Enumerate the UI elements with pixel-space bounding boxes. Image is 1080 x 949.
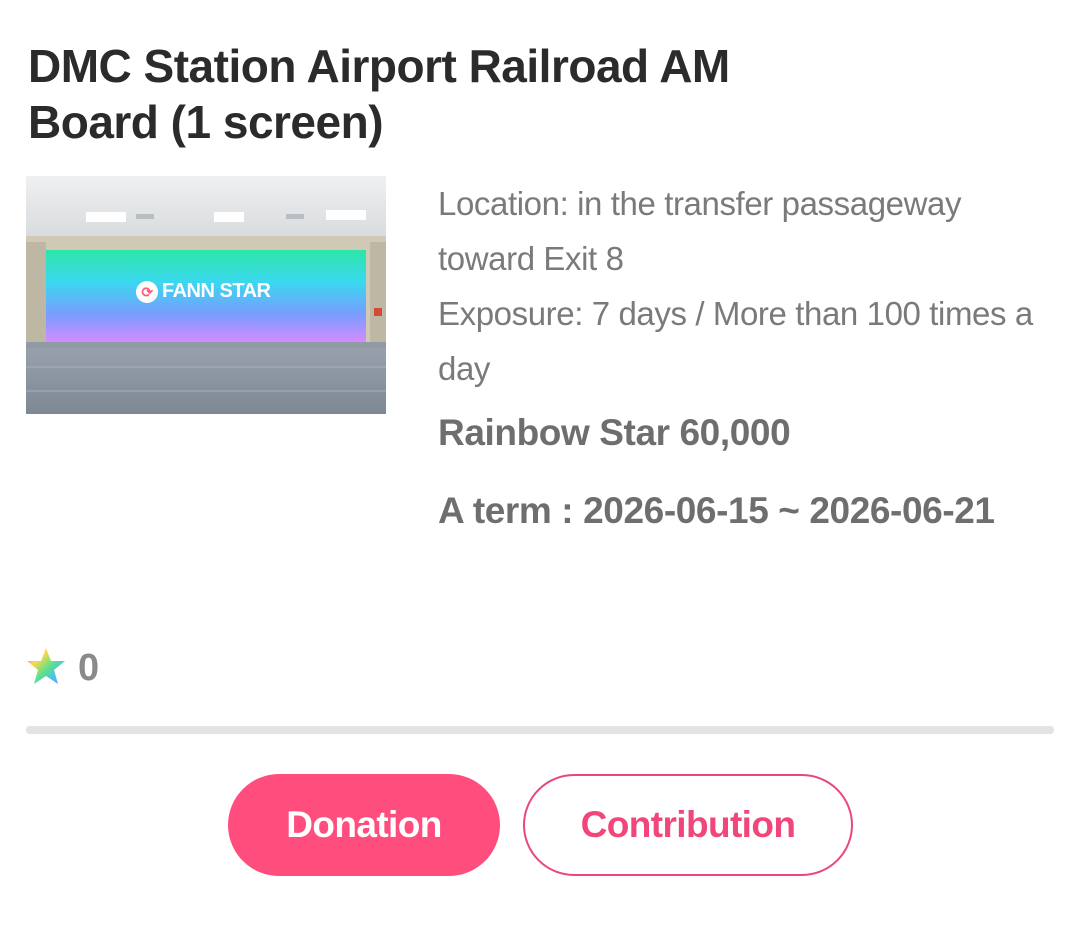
star-counter: 0 — [26, 646, 99, 691]
billboard-brand-text: FANN STAR — [162, 280, 271, 302]
rainbow-star-icon — [26, 646, 66, 691]
page-title: DMC Station Airport Railroad AM Board (1… — [28, 40, 730, 148]
progress-bar — [26, 726, 1054, 734]
billboard-details: Location: in the transfer passageway tow… — [438, 176, 1058, 542]
star-count: 0 — [78, 647, 100, 689]
location-text: Location: in the transfer passageway tow… — [438, 185, 962, 277]
fannstar-logo-icon: ⟳ — [136, 280, 158, 303]
contribution-button[interactable]: Contribution — [523, 774, 853, 876]
price-text: Rainbow Star 60,000 — [438, 412, 791, 453]
term-text: A term : 2026-06-15 ~ 2026-06-21 — [438, 490, 995, 531]
donation-button[interactable]: Donation — [228, 774, 500, 876]
exposure-text: Exposure: 7 days / More than 100 times a… — [438, 295, 1033, 387]
billboard-brand-logo: ⟳ FANN STAR — [136, 280, 271, 303]
